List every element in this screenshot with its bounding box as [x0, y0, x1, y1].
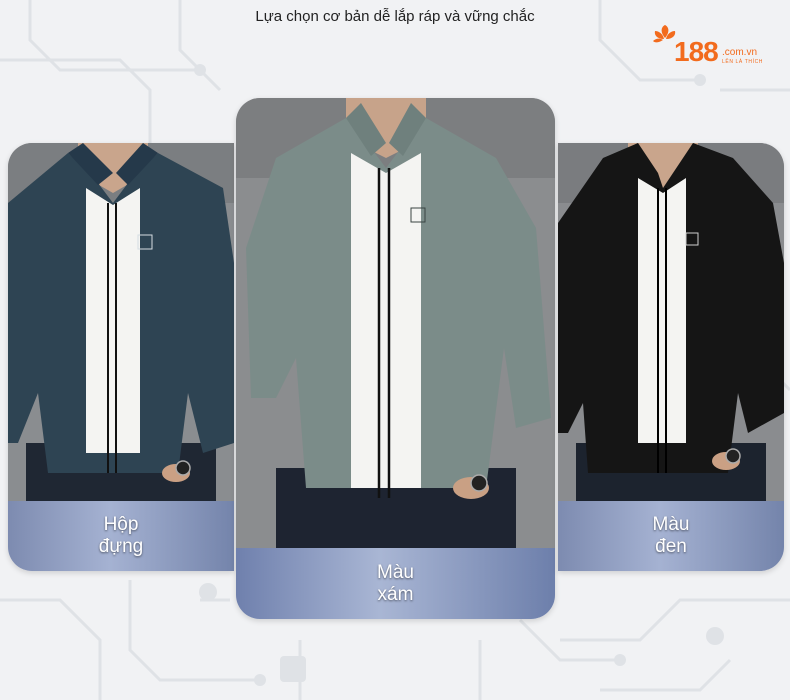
caption-gray-line1: Màu: [377, 561, 414, 583]
caption-navy-line1: Hộp: [103, 514, 139, 535]
product-card-black[interactable]: Màu đen: [558, 143, 784, 571]
caption-black-line1: Màu: [652, 514, 690, 535]
caption-black: Màu đen: [558, 501, 784, 571]
caption-black-line2: đen: [655, 536, 687, 557]
product-photo-black-jacket: [558, 143, 784, 501]
product-card-gray[interactable]: Màu xám: [236, 98, 555, 619]
caption-gray: Màu xám: [236, 548, 555, 619]
product-photo-gray-jacket: [236, 98, 555, 548]
logo-number: 188: [674, 36, 719, 67]
caption-navy-line2: đựng: [98, 536, 144, 557]
product-photo-navy-jacket: [8, 143, 234, 501]
caption-navy: Hộp đựng: [8, 501, 234, 571]
product-card-navy[interactable]: Hộp đựng: [8, 143, 234, 571]
caption-gray-line2: xám: [377, 583, 414, 605]
logo-domain: .com.vn: [722, 47, 758, 58]
brand-logo[interactable]: 188 .com.vn LÊN LÀ THÍCH: [652, 22, 772, 74]
logo-slogan: LÊN LÀ THÍCH: [722, 59, 764, 65]
